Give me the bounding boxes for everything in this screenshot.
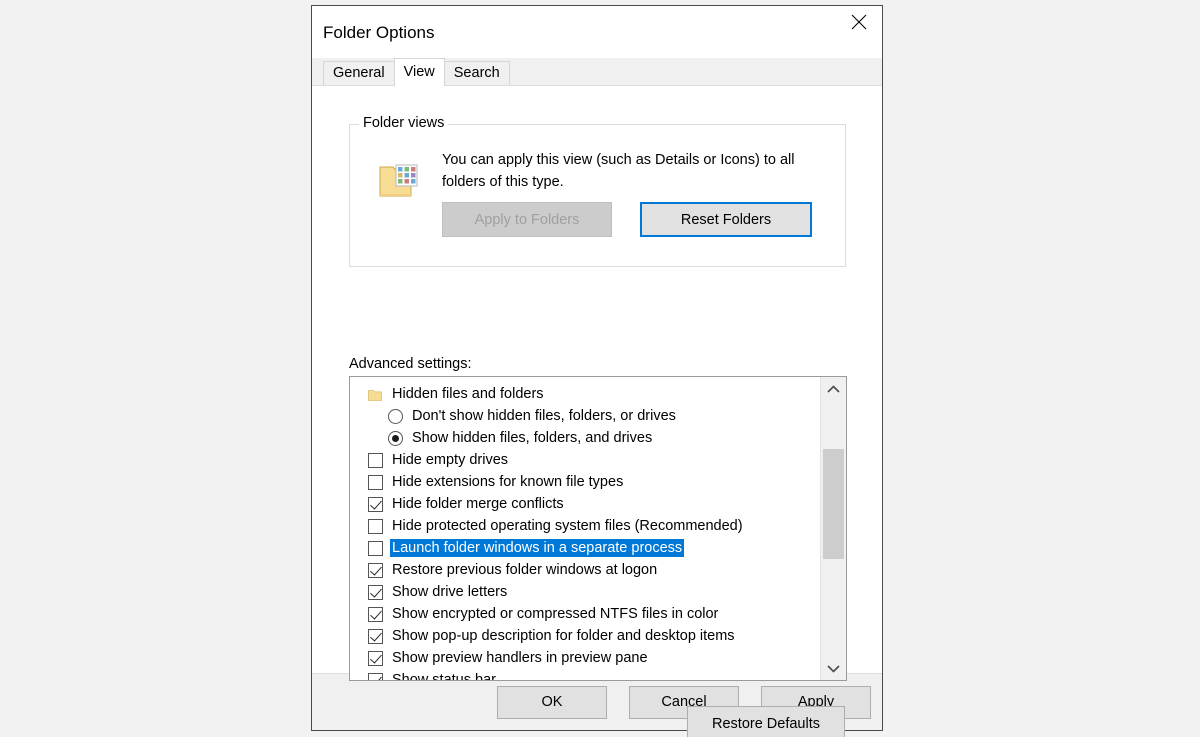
list-item[interactable]: Don't show hidden files, folders, or dri… — [350, 405, 820, 427]
list-item[interactable]: Hide folder merge conflicts — [350, 493, 820, 515]
list-item-label: Hidden files and folders — [390, 385, 546, 403]
radio-button[interactable] — [388, 409, 403, 424]
checkbox[interactable] — [368, 453, 383, 468]
screen: Folder Options General View Search Folde… — [0, 0, 1200, 737]
checkbox[interactable] — [368, 497, 383, 512]
radio-button[interactable] — [388, 431, 403, 446]
folder-views-group: Folder views — [349, 124, 846, 267]
checkbox[interactable] — [368, 651, 383, 666]
list-item[interactable]: Show encrypted or compressed NTFS files … — [350, 603, 820, 625]
checkbox[interactable] — [368, 541, 383, 556]
apply-to-folders-button[interactable]: Apply to Folders — [442, 202, 612, 237]
folder-options-dialog: Folder Options General View Search Folde… — [311, 5, 883, 731]
list-item[interactable]: Hidden files and folders — [350, 383, 820, 405]
checkbox[interactable] — [368, 673, 383, 681]
scroll-up-icon[interactable] — [821, 377, 846, 401]
list-item-label: Hide extensions for known file types — [390, 473, 625, 491]
tab-view[interactable]: View — [394, 58, 445, 86]
folder-views-group-title: Folder views — [359, 115, 448, 131]
title-bar: Folder Options — [312, 6, 882, 58]
page-title: Folder Options — [312, 6, 435, 41]
checkbox[interactable] — [368, 519, 383, 534]
folder-views-description: You can apply this view (such as Details… — [442, 149, 832, 193]
tab-panel-view: Folder views — [312, 86, 882, 673]
checkbox[interactable] — [368, 563, 383, 578]
list-item[interactable]: Restore previous folder windows at logon — [350, 559, 820, 581]
advanced-settings-label: Advanced settings: — [349, 356, 472, 372]
folder-icon — [368, 388, 382, 400]
reset-folders-button[interactable]: Reset Folders — [640, 202, 812, 237]
folder-views-icon — [377, 161, 419, 201]
list-item-label: Show drive letters — [390, 583, 509, 601]
close-icon — [850, 13, 868, 31]
scrollbar-thumb[interactable] — [823, 449, 844, 559]
list-item-label: Show pop-up description for folder and d… — [390, 627, 737, 645]
list-item-label: Hide folder merge conflicts — [390, 495, 566, 513]
list-item[interactable]: Hide extensions for known file types — [350, 471, 820, 493]
list-item-label: Restore previous folder windows at logon — [390, 561, 659, 579]
list-item-label: Don't show hidden files, folders, or dri… — [410, 407, 678, 425]
checkbox[interactable] — [368, 475, 383, 490]
advanced-settings-rows: Hidden files and folders Don't show hidde… — [350, 377, 820, 680]
list-item-label: Show status bar — [390, 671, 498, 680]
list-item[interactable]: Launch folder windows in a separate proc… — [350, 537, 820, 559]
tab-general[interactable]: General — [323, 61, 395, 85]
close-button[interactable] — [836, 6, 882, 37]
advanced-settings-scrollbar[interactable] — [820, 377, 846, 680]
scrollbar-track[interactable] — [821, 401, 846, 656]
tab-strip: General View Search — [312, 58, 882, 86]
list-item[interactable]: Show hidden files, folders, and drives — [350, 427, 820, 449]
list-item[interactable]: Show preview handlers in preview pane — [350, 647, 820, 669]
list-item[interactable]: Hide protected operating system files (R… — [350, 515, 820, 537]
ok-button[interactable]: OK — [497, 686, 607, 719]
list-item-label: Launch folder windows in a separate proc… — [390, 539, 684, 557]
restore-defaults-button[interactable]: Restore Defaults — [687, 706, 845, 737]
tab-search[interactable]: Search — [444, 61, 510, 85]
list-item[interactable]: Show drive letters — [350, 581, 820, 603]
list-item-label: Hide empty drives — [390, 451, 510, 469]
scroll-down-icon[interactable] — [821, 656, 846, 680]
list-item[interactable]: Show status bar — [350, 669, 820, 680]
folder-views-buttons: Apply to Folders Reset Folders — [442, 202, 812, 237]
checkbox[interactable] — [368, 607, 383, 622]
list-item-label: Show hidden files, folders, and drives — [410, 429, 654, 447]
list-item[interactable]: Show pop-up description for folder and d… — [350, 625, 820, 647]
list-item[interactable]: Hide empty drives — [350, 449, 820, 471]
advanced-settings-list[interactable]: Hidden files and folders Don't show hidde… — [349, 376, 847, 681]
list-item-label: Show encrypted or compressed NTFS files … — [390, 605, 720, 623]
list-item-label: Hide protected operating system files (R… — [390, 517, 745, 535]
list-item-label: Show preview handlers in preview pane — [390, 649, 650, 667]
checkbox[interactable] — [368, 585, 383, 600]
checkbox[interactable] — [368, 629, 383, 644]
